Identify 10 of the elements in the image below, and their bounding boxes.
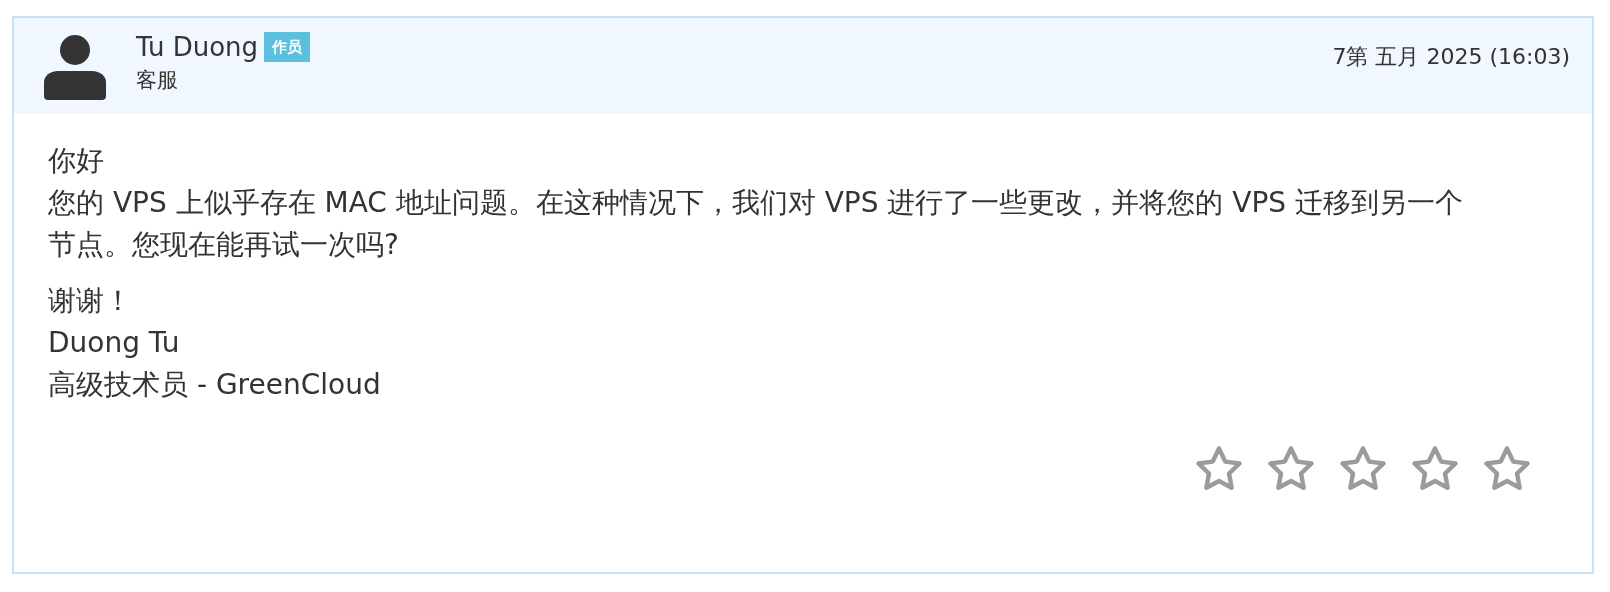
message-paragraph: 您的 VPS 上似乎存在 MAC 地址问题。在这种情况下，我们对 VPS 进行了一些更改，并将您的 VPS 迁移到另一个节点。您现在能再试一次吗?	[48, 185, 1464, 263]
signature-line: 高级技术员 - GreenCloud	[48, 367, 381, 403]
author-role: 客服	[136, 67, 179, 94]
user-avatar-icon	[44, 34, 106, 100]
signature-line: 谢谢！	[48, 283, 132, 319]
author-name: Tu Duong	[136, 32, 259, 62]
message-date: 7第 五月 2025 (16:03)	[1332, 43, 1570, 71]
greeting-text: 你好	[48, 143, 104, 179]
staff-badge: 作员	[264, 32, 311, 62]
signature-line: Duong Tu	[48, 325, 180, 361]
